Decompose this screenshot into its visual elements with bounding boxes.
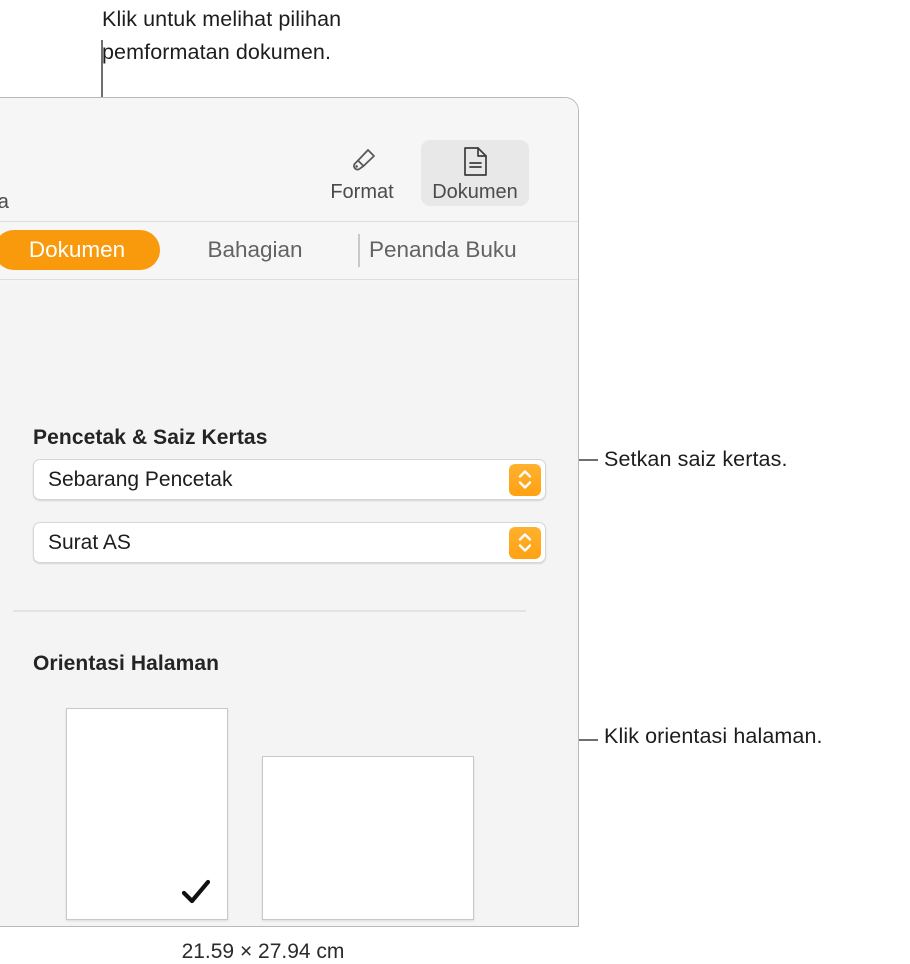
section-divider	[13, 610, 526, 612]
chevron-up-down-icon[interactable]	[509, 526, 541, 559]
paintbrush-icon	[344, 144, 380, 178]
section-title-printer-paper: Pencetak & Saiz Kertas	[33, 426, 268, 449]
toolbar-button-dokumen[interactable]: Dokumen	[421, 140, 529, 206]
paper-size-select-value: Surat AS	[48, 531, 131, 554]
section-title-orientation: Orientasi Halaman	[33, 652, 220, 675]
toolbar-button-format[interactable]: Format	[308, 140, 416, 206]
orientation-option-landscape[interactable]	[262, 756, 474, 920]
page-dimensions-label: 21.59 × 27.94 cm	[181, 940, 345, 963]
paper-size-select[interactable]: Surat AS	[33, 522, 546, 563]
tab-dokumen[interactable]: Dokumen	[0, 230, 160, 270]
chevron-up-down-icon[interactable]	[509, 463, 541, 496]
toolbar: sama Format Dokumen	[0, 98, 578, 222]
callout-text-orientation: Klik orientasi halaman.	[604, 724, 823, 748]
checkmark-icon	[181, 879, 211, 904]
panel-body: Pencetak & Saiz Kertas Sebarang Pencetak…	[0, 281, 578, 963]
callout-text-paper-size: Setkan saiz kertas.	[604, 447, 788, 471]
orientation-option-portrait[interactable]	[66, 708, 228, 920]
tab-bar: Dokumen Bahagian Penanda Buku	[0, 222, 578, 280]
printer-select[interactable]: Sebarang Pencetak	[33, 459, 546, 500]
format-inspector-panel: sama Format Dokumen	[0, 97, 579, 963]
toolbar-button-dokumen-label: Dokumen	[432, 181, 518, 203]
callout-text-format: Klik untuk melihat pilihan pemformatan d…	[102, 7, 342, 64]
printer-select-value: Sebarang Pencetak	[48, 468, 233, 491]
toolbar-collaborate-label[interactable]: sama	[0, 191, 9, 214]
document-page-icon	[457, 144, 493, 178]
tab-separator	[358, 234, 360, 267]
tab-penanda-buku[interactable]: Penanda Buku	[369, 230, 569, 270]
toolbar-button-format-label: Format	[330, 181, 394, 203]
tab-bahagian[interactable]: Bahagian	[184, 230, 326, 270]
